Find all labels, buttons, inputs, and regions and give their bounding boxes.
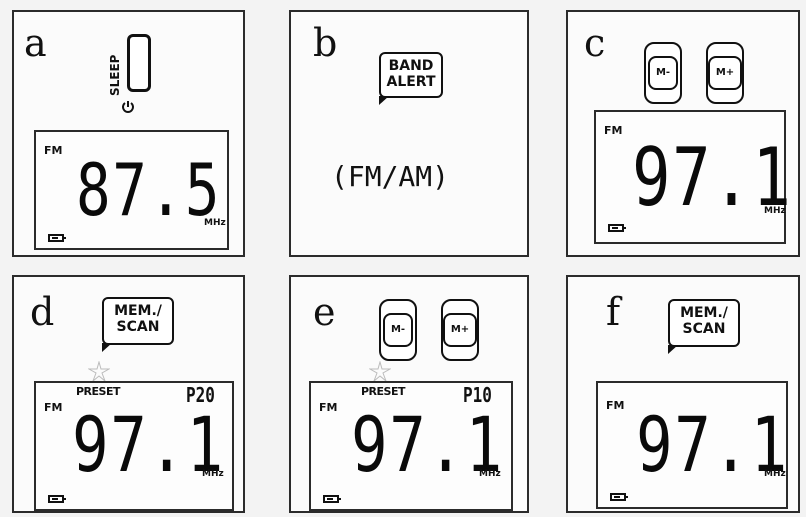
preset-indicator: PRESET [361, 385, 406, 398]
unit-label: MHz [202, 469, 224, 479]
panel-b: b BAND ALERT (FM/AM) [289, 10, 529, 257]
mem-scan-button[interactable]: MEM./ SCAN [668, 299, 740, 354]
band-alert-line1: BAND [388, 58, 434, 74]
band-indicator: FM [319, 401, 338, 414]
memory-minus-button[interactable]: M- [644, 42, 682, 104]
lcd-display: PRESET P10 FM 97.1 MHz [309, 381, 513, 511]
mem-scan-line2: SCAN [116, 319, 160, 335]
battery-icon [608, 224, 626, 232]
unit-label: MHz [764, 469, 786, 479]
unit-label: MHz [764, 206, 786, 216]
panel-c: c M- M+ FM 97.1 MHz [566, 10, 800, 257]
preset-indicator: PRESET [76, 385, 121, 398]
battery-icon [610, 493, 628, 501]
frequency-readout: 87.5 [76, 148, 222, 232]
flash-icon [369, 361, 391, 383]
power-icon [122, 101, 134, 113]
sleep-button[interactable] [127, 34, 151, 92]
mem-scan-line1: MEM./ [114, 303, 162, 319]
memory-minus-label: M- [647, 56, 679, 90]
memory-plus-button[interactable]: M+ [706, 42, 744, 104]
memory-minus-button[interactable]: M- [379, 299, 417, 361]
panel-f: f MEM./ SCAN FM 97.1 MHz [566, 275, 800, 513]
panel-a: a SLEEP FM 87.5 MHz [12, 10, 245, 257]
band-indicator: FM [44, 144, 63, 157]
panel-e: e M- M+ PRESET P10 FM 97.1 MHz [289, 275, 529, 513]
band-alert-line2: ALERT [386, 74, 436, 90]
memory-minus-label: M- [382, 313, 414, 347]
lcd-display: FM 87.5 MHz [34, 130, 229, 250]
band-indicator: FM [44, 401, 63, 414]
memory-plus-label: M+ [707, 56, 743, 90]
band-alert-button[interactable]: BAND ALERT [379, 52, 443, 105]
band-indicator: FM [606, 399, 625, 412]
mem-scan-button[interactable]: MEM./ SCAN [102, 297, 174, 352]
battery-icon [48, 495, 66, 503]
unit-label: MHz [479, 469, 501, 479]
mem-scan-line2: SCAN [682, 321, 726, 337]
flash-icon [88, 361, 110, 383]
memory-plus-button[interactable]: M+ [441, 299, 479, 361]
battery-icon [48, 234, 66, 242]
battery-icon [323, 495, 341, 503]
panel-d: d MEM./ SCAN PRESET P20 FM 97.1 MHz [12, 275, 245, 513]
panel-letter: b [313, 21, 338, 65]
lcd-display: FM 97.1 MHz [594, 110, 791, 244]
lcd-display: FM 97.1 MHz [596, 381, 788, 509]
panel-letter: c [584, 21, 606, 65]
lcd-display: PRESET P20 FM 97.1 MHz [34, 381, 234, 511]
sleep-label: SLEEP [108, 54, 122, 96]
panel-letter: a [24, 21, 47, 65]
band-indicator: FM [604, 124, 623, 137]
panel-letter: f [606, 290, 621, 334]
panel-letter: d [30, 290, 55, 334]
band-mode-text: (FM/AM) [331, 160, 450, 193]
unit-label: MHz [204, 218, 226, 228]
memory-plus-label: M+ [442, 313, 478, 347]
mem-scan-line1: MEM./ [680, 305, 728, 321]
panel-letter: e [313, 290, 336, 334]
